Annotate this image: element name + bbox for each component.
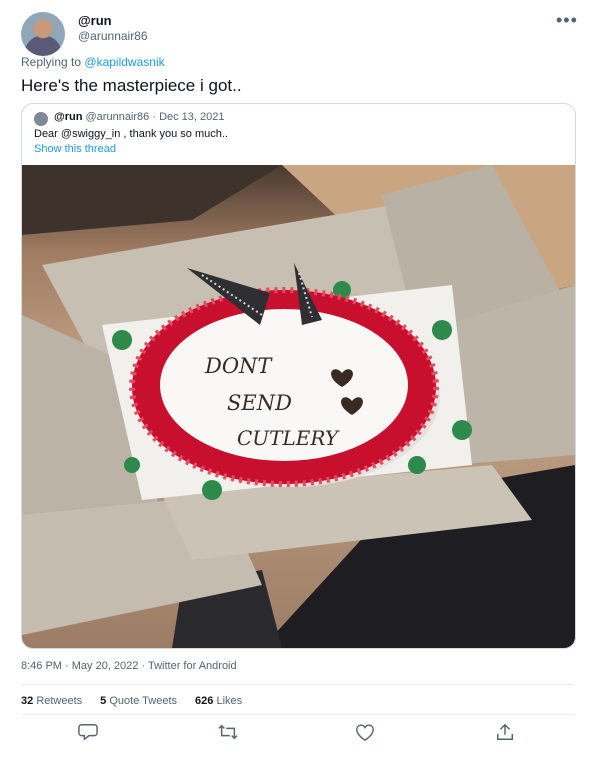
author-name[interactable]: @run xyxy=(78,13,112,28)
cake-photo[interactable]: DONT SEND CUTLERY xyxy=(22,165,575,648)
cake-photo-illustration: DONT SEND CUTLERY xyxy=(22,165,575,648)
tweet: @run @arunnair86 ••• Replying to @kapild… xyxy=(0,0,614,757)
retweets-label: Retweets xyxy=(36,695,83,707)
quoted-author-name[interactable]: @run xyxy=(54,111,82,123)
quoted-avatar[interactable] xyxy=(34,112,48,126)
quoted-text: Dear @swiggy_in , thank you so much.. xyxy=(34,128,228,140)
quote-tweets-label: Quote Tweets xyxy=(109,695,178,707)
quoted-tweet[interactable]: @run @arunnair86 · Dec 13, 2021 Dear @sw… xyxy=(21,103,576,649)
tweet-text: Here's the masterpiece i got.. xyxy=(21,76,242,95)
share-icon[interactable] xyxy=(494,722,520,744)
replying-to: Replying to @kapildwasnik xyxy=(21,55,165,69)
quoted-date: · Dec 13, 2021 xyxy=(152,111,225,123)
quote-tweets-count: 5 xyxy=(100,695,107,707)
retweets-stat[interactable]: 32 Retweets xyxy=(21,695,82,707)
likes-label: Likes xyxy=(216,695,243,707)
quote-tweets-stat[interactable]: 5 Quote Tweets xyxy=(100,695,177,707)
show-thread-link[interactable]: Show this thread xyxy=(34,143,116,155)
like-icon[interactable] xyxy=(354,722,380,744)
quoted-author-handle: @arunnair86 xyxy=(85,111,150,123)
replying-mention-link[interactable]: @kapildwasnik xyxy=(84,55,164,69)
cake-text-line1: DONT xyxy=(204,354,273,378)
likes-stat[interactable]: 626 Likes xyxy=(195,695,242,707)
cake-text-line3: CUTLERY xyxy=(237,426,340,450)
more-options-icon[interactable]: ••• xyxy=(556,10,578,31)
tweet-stats: 32 Retweets 5 Quote Tweets 626 Likes xyxy=(21,695,242,707)
quoted-header: @run @arunnair86 · Dec 13, 2021 xyxy=(54,111,225,123)
retweet-icon[interactable] xyxy=(217,722,243,744)
replying-prefix: Replying to xyxy=(21,55,82,69)
likes-count: 626 xyxy=(195,695,214,707)
divider-top xyxy=(21,684,574,685)
cake-text-line2: SEND xyxy=(227,391,292,415)
retweets-count: 32 xyxy=(21,695,34,707)
avatar[interactable] xyxy=(21,12,65,56)
tweet-actions xyxy=(21,722,574,744)
divider-bottom xyxy=(21,714,574,715)
reply-icon[interactable] xyxy=(77,722,103,744)
author-handle[interactable]: @arunnair86 xyxy=(78,29,148,43)
tweet-timestamp[interactable]: 8:46 PM · May 20, 2022 · Twitter for And… xyxy=(21,660,237,672)
